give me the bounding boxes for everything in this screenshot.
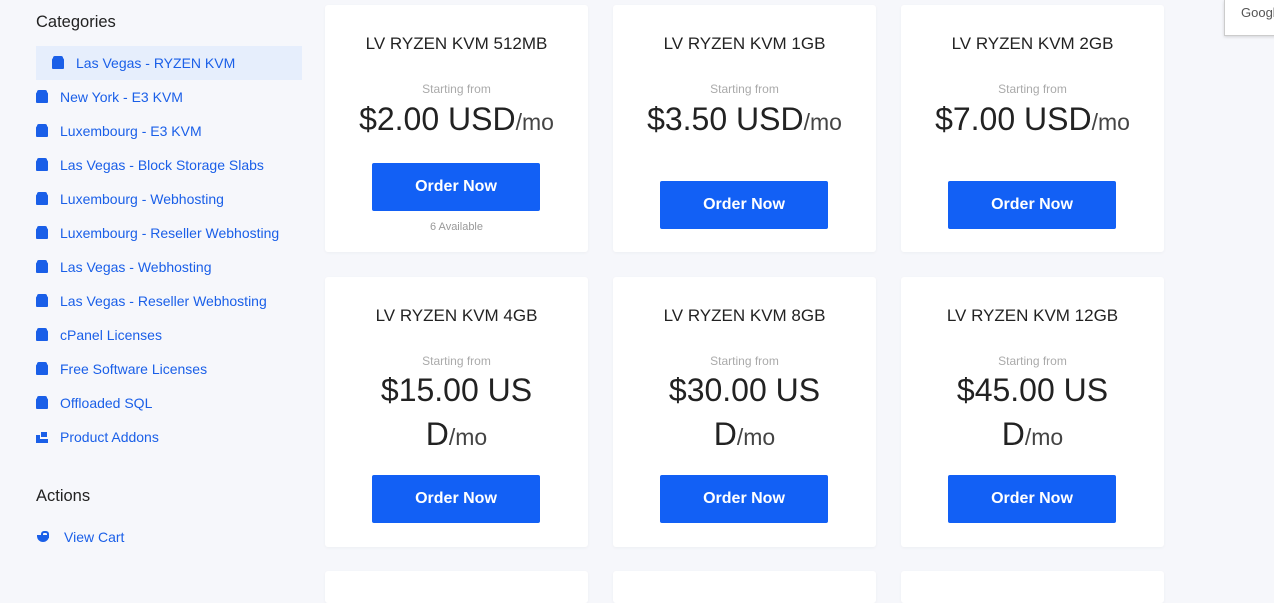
order-now-button[interactable]: Order Now: [372, 475, 540, 523]
category-label: Las Vegas - RYZEN KVM: [76, 55, 236, 71]
view-cart-label: View Cart: [64, 529, 125, 545]
category-cpanel-licenses[interactable]: cPanel Licenses: [36, 318, 302, 352]
price-period: /mo: [803, 109, 842, 135]
category-label: Luxembourg - Reseller Webhosting: [60, 225, 280, 241]
box-icon: [36, 191, 48, 205]
starting-from-label: Starting from: [422, 82, 491, 96]
product-card-partial: [901, 571, 1164, 603]
order-now-button[interactable]: Order Now: [372, 163, 540, 211]
product-price: $3.50 USD/mo: [633, 97, 856, 144]
product-card: LV RYZEN KVM 1GB Starting from $3.50 USD…: [613, 5, 876, 252]
product-name: LV RYZEN KVM 4GB: [375, 306, 538, 325]
category-label: cPanel Licenses: [60, 327, 162, 343]
category-label: Luxembourg - E3 KVM: [60, 123, 202, 139]
product-card: LV RYZEN KVM 8GB Starting from $30.00 US…: [613, 277, 876, 547]
view-cart-link[interactable]: View Cart: [36, 526, 124, 548]
price-amount: $45.00 US: [956, 372, 1109, 408]
product-price: $2.00 USD/mo: [345, 97, 568, 144]
category-las-vegas-block-storage[interactable]: Las Vegas - Block Storage Slabs: [36, 148, 302, 182]
order-now-button[interactable]: Order Now: [948, 475, 1116, 523]
price-period: /mo: [736, 424, 776, 450]
category-las-vegas-ryzen-kvm[interactable]: Las Vegas - RYZEN KVM: [36, 46, 302, 80]
starting-from-label: Starting from: [710, 354, 779, 368]
product-card: LV RYZEN KVM 2GB Starting from $7.00 USD…: [901, 5, 1164, 252]
product-card: LV RYZEN KVM 512MB Starting from $2.00 U…: [325, 5, 588, 252]
product-name: LV RYZEN KVM 1GB: [663, 34, 826, 53]
category-label: Las Vegas - Reseller Webhosting: [60, 293, 267, 309]
product-name: LV RYZEN KVM 512MB: [365, 34, 548, 53]
product-name: LV RYZEN KVM 8GB: [663, 306, 826, 325]
product-price: $15.00 US D/mo: [345, 368, 568, 459]
price-amount: $15.00 US: [380, 372, 533, 408]
category-luxembourg-reseller-webhosting[interactable]: Luxembourg - Reseller Webhosting: [36, 216, 302, 250]
starting-from-label: Starting from: [710, 82, 779, 96]
box-icon: [36, 225, 48, 239]
product-price: $30.00 US D/mo: [633, 368, 856, 459]
product-card: LV RYZEN KVM 4GB Starting from $15.00 US…: [325, 277, 588, 547]
price-period: /mo: [515, 109, 554, 135]
category-label: Product Addons: [60, 429, 159, 445]
category-label: New York - E3 KVM: [60, 89, 183, 105]
product-card-partial: [325, 571, 588, 603]
category-las-vegas-reseller-webhosting[interactable]: Las Vegas - Reseller Webhosting: [36, 284, 302, 318]
box-icon: [36, 123, 48, 137]
category-label: Luxembourg - Webhosting: [60, 191, 224, 207]
starting-from-label: Starting from: [998, 354, 1067, 368]
box-icon: [52, 55, 64, 69]
box-icon: [36, 157, 48, 171]
availability-label: 6 Available: [429, 221, 483, 233]
price-period: /mo: [1024, 424, 1064, 450]
order-now-button[interactable]: Order Now: [660, 475, 828, 523]
box-icon: [36, 293, 48, 307]
price-amount: $7.00 USD: [935, 101, 1092, 137]
order-now-button[interactable]: Order Now: [948, 181, 1116, 229]
product-price: $7.00 USD/mo: [921, 97, 1144, 144]
starting-from-label: Starting from: [998, 82, 1067, 96]
box-icon: [36, 89, 48, 103]
category-label: Las Vegas - Block Storage Slabs: [60, 157, 264, 173]
google-widget-label: Googl: [1241, 5, 1274, 20]
box-icon: [36, 327, 48, 341]
category-label: Las Vegas - Webhosting: [60, 259, 212, 275]
addons-icon: [36, 431, 48, 443]
price-amount: $2.00 USD: [359, 101, 516, 137]
price-period: /mo: [1091, 109, 1130, 135]
category-label: Offloaded SQL: [60, 395, 153, 411]
category-product-addons[interactable]: Product Addons: [36, 420, 302, 454]
price-amount: $3.50 USD: [647, 101, 804, 137]
actions-title: Actions: [36, 487, 91, 505]
price-amount-wrap: D: [1001, 416, 1025, 452]
product-name: LV RYZEN KVM 2GB: [951, 34, 1114, 53]
category-luxembourg-webhosting[interactable]: Luxembourg - Webhosting: [36, 182, 302, 216]
category-luxembourg-e3-kvm[interactable]: Luxembourg - E3 KVM: [36, 114, 302, 148]
category-free-software-licenses[interactable]: Free Software Licenses: [36, 352, 302, 386]
product-card: LV RYZEN KVM 12GB Starting from $45.00 U…: [901, 277, 1164, 547]
order-now-button[interactable]: Order Now: [660, 181, 828, 229]
product-price: $45.00 US D/mo: [921, 368, 1144, 459]
price-amount-wrap: D: [713, 416, 737, 452]
price-amount-wrap: D: [425, 416, 449, 452]
cart-icon: [36, 531, 50, 543]
product-card-partial: [613, 571, 876, 603]
product-name: LV RYZEN KVM 12GB: [946, 306, 1119, 325]
category-las-vegas-webhosting[interactable]: Las Vegas - Webhosting: [36, 250, 302, 284]
box-icon: [36, 259, 48, 273]
box-icon: [36, 361, 48, 375]
category-offloaded-sql[interactable]: Offloaded SQL: [36, 386, 302, 420]
box-icon: [36, 395, 48, 409]
category-new-york-e3-kvm[interactable]: New York - E3 KVM: [36, 80, 302, 114]
categories-list: Las Vegas - RYZEN KVM New York - E3 KVM …: [36, 46, 302, 454]
google-translate-widget[interactable]: Googl: [1224, 0, 1274, 36]
categories-title: Categories: [36, 13, 116, 31]
category-label: Free Software Licenses: [60, 361, 208, 377]
starting-from-label: Starting from: [422, 354, 491, 368]
price-period: /mo: [448, 424, 488, 450]
price-amount: $30.00 US: [668, 372, 821, 408]
